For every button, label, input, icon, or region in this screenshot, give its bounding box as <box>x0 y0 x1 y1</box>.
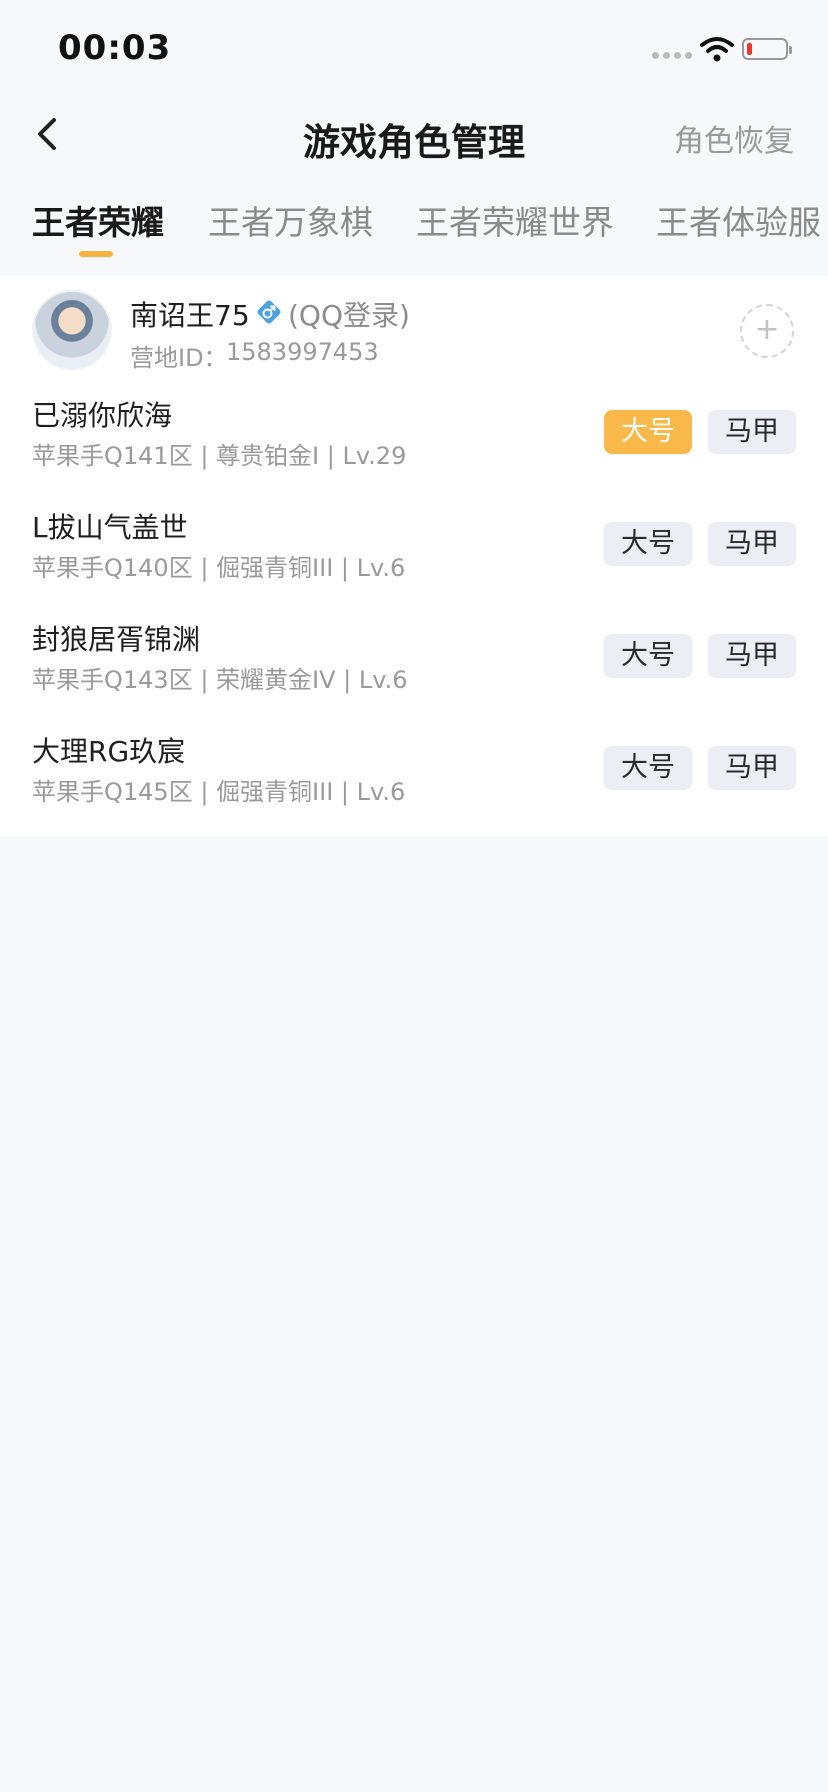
battery-icon <box>742 38 792 60</box>
role-restore-link[interactable]: 角色恢复 <box>674 116 794 160</box>
login-type: (QQ登录) <box>288 299 410 332</box>
role-detail: 苹果手Q140区 | 倔强青铜III | Lv.6 <box>32 554 406 582</box>
alt-account-button[interactable]: 马甲 <box>708 746 796 790</box>
main-account-button[interactable]: 大号 <box>604 522 692 566</box>
role-name: 大理RG玖宸 <box>32 735 186 768</box>
role-item: 已溺你欣海 苹果手Q141区 | 尊贵铂金I | Lv.29 大号 马甲 <box>0 380 828 492</box>
alt-account-button[interactable]: 马甲 <box>708 634 796 678</box>
role-detail: 苹果手Q145区 | 倔强青铜III | Lv.6 <box>32 778 406 806</box>
nav-bar: 游戏角色管理 角色恢复 <box>0 96 828 176</box>
role-list-card: 南诏王75 (QQ登录) 营地ID： 1583997453 + 已溺你欣海 苹果… <box>0 276 828 836</box>
chevron-left-icon[interactable] <box>28 114 68 154</box>
role-detail: 苹果手Q141区 | 尊贵铂金I | Lv.29 <box>32 442 407 470</box>
tab-wanxiang-chess[interactable]: 王者万象棋 <box>208 196 373 244</box>
add-role-button[interactable]: + <box>740 304 794 358</box>
cellular-signal-icon <box>652 52 692 59</box>
main-account-button[interactable]: 大号 <box>604 746 692 790</box>
alt-account-button[interactable]: 马甲 <box>708 522 796 566</box>
role-item: L拔山气盖世 苹果手Q140区 | 倔强青铜III | Lv.6 大号 马甲 <box>0 492 828 604</box>
main-account-button[interactable]: 大号 <box>604 410 692 454</box>
role-name: L拔山气盖世 <box>32 511 188 544</box>
status-bar: 00:03 <box>0 0 828 96</box>
tab-active-indicator <box>79 251 113 257</box>
role-detail: 苹果手Q143区 | 荣耀黄金IV | Lv.6 <box>32 666 408 694</box>
tab-honor-of-kings-world[interactable]: 王者荣耀世界 <box>416 196 614 244</box>
game-tabs: 王者荣耀 王者万象棋 王者荣耀世界 王者体验服 <box>0 196 828 262</box>
role-name: 已溺你欣海 <box>32 399 173 432</box>
tab-honor-of-kings[interactable]: 王者荣耀 <box>32 196 164 244</box>
account-name: 南诏王75 <box>130 299 250 332</box>
role-item: 封狼居胥锦渊 苹果手Q143区 | 荣耀黄金IV | Lv.6 大号 马甲 <box>0 604 828 716</box>
avatar[interactable] <box>32 290 112 370</box>
camp-id-label: 营地ID： <box>130 344 228 372</box>
main-account-button[interactable]: 大号 <box>604 634 692 678</box>
role-item: 大理RG玖宸 苹果手Q145区 | 倔强青铜III | Lv.6 大号 马甲 <box>0 716 828 828</box>
male-icon <box>257 300 281 324</box>
wifi-icon <box>700 37 734 62</box>
camp-id-value: 1583997453 <box>226 338 379 366</box>
role-name: 封狼居胥锦渊 <box>32 623 201 656</box>
account-profile: 南诏王75 (QQ登录) 营地ID： 1583997453 + <box>0 276 828 380</box>
tab-experience-server[interactable]: 王者体验服 <box>656 196 821 244</box>
status-time: 00:03 <box>58 28 172 68</box>
alt-account-button[interactable]: 马甲 <box>708 410 796 454</box>
